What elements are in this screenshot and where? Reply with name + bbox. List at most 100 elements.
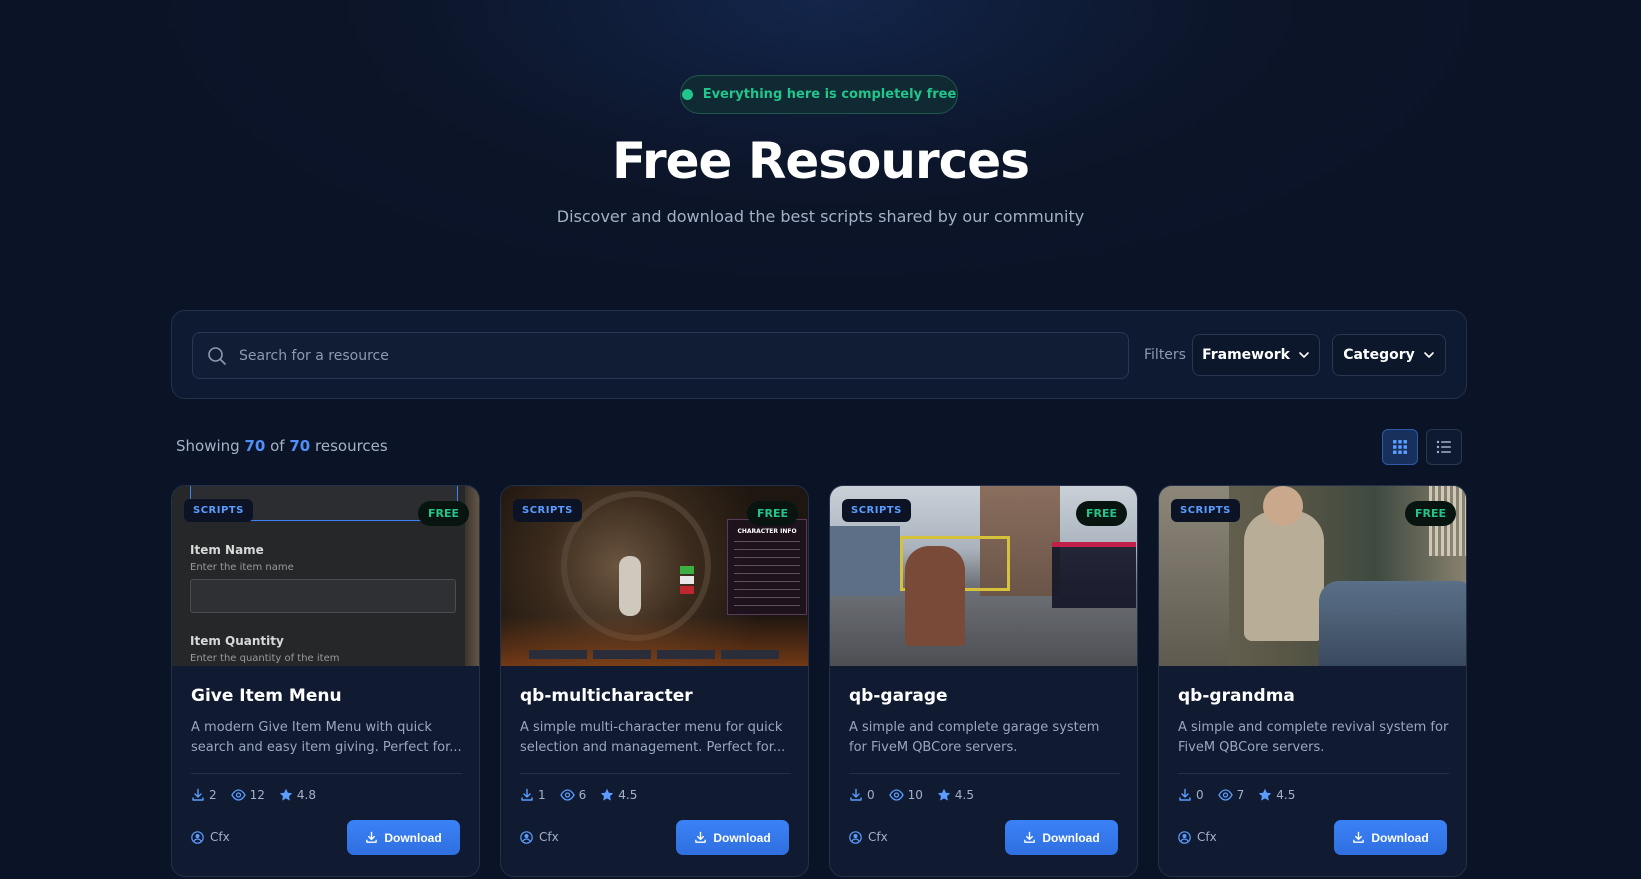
author: Cfx: [191, 830, 230, 844]
resource-description: A simple and complete revival system for…: [1178, 720, 1449, 755]
download-count: 2: [209, 788, 217, 802]
download-icon: [1178, 788, 1192, 802]
divider: [849, 773, 1120, 774]
search-input[interactable]: [239, 347, 1099, 364]
preview-field-label: Item Quantity: [190, 634, 284, 648]
category-badge: SCRIPTS: [1171, 499, 1240, 522]
resource-card[interactable]: SCRIPTS FREE qb-grandma A simple and com…: [1158, 485, 1467, 877]
eye-icon: [1217, 788, 1233, 802]
grid-icon: [1392, 439, 1408, 455]
price-badge: FREE: [1404, 501, 1456, 526]
resource-description: A simple multi-character menu for quick …: [520, 720, 786, 755]
category-dropdown-label: Category: [1343, 347, 1415, 363]
resource-thumbnail: SCRIPTS FREE: [1159, 486, 1466, 666]
resource-title[interactable]: qb-multicharacter: [520, 686, 693, 706]
download-icon: [694, 831, 707, 844]
free-badge-text: Everything here is completely free: [702, 87, 957, 102]
category-dropdown[interactable]: Category: [1332, 334, 1446, 376]
preview-field-label: Item Name: [190, 543, 264, 557]
eye-icon: [888, 788, 904, 802]
author: Cfx: [1178, 830, 1217, 844]
star-icon: [1258, 788, 1272, 802]
resource-thumbnail: CHARACTER INFO SCRIPTS FREE: [501, 486, 808, 666]
download-icon: [365, 831, 378, 844]
rating-value: 4.5: [954, 788, 975, 802]
resource-title[interactable]: qb-grandma: [1178, 686, 1295, 706]
divider: [191, 773, 462, 774]
preview-field-hint: Enter the quantity of the item: [190, 653, 340, 664]
divider: [520, 773, 791, 774]
search-icon: [207, 346, 227, 366]
view-count: 6: [578, 788, 587, 802]
results-count: Showing 70 of 70 resources: [176, 437, 388, 455]
rating-value: 4.8: [296, 788, 317, 802]
resource-title[interactable]: qb-garage: [849, 686, 948, 706]
download-button-label: Download: [384, 830, 442, 845]
download-icon: [1352, 831, 1365, 844]
author-name: Cfx: [868, 830, 888, 844]
resource-card[interactable]: Item Name Enter the item name Item Quant…: [171, 485, 480, 877]
star-icon: [279, 788, 293, 802]
download-count: 1: [538, 788, 546, 802]
author: Cfx: [849, 830, 888, 844]
eye-icon: [559, 788, 575, 802]
filters-label: Filters: [1144, 347, 1186, 363]
chevron-down-icon: [1298, 349, 1310, 361]
resource-stats: 0 7 4.5: [1178, 788, 1295, 802]
download-icon: [849, 788, 863, 802]
download-button[interactable]: Download: [676, 820, 789, 855]
download-button[interactable]: Download: [1334, 820, 1447, 855]
price-badge: FREE: [746, 501, 798, 526]
resource-card[interactable]: CHARACTER INFO SCRIPTS FREE qb-multichar…: [500, 485, 809, 877]
framework-dropdown-label: Framework: [1202, 347, 1290, 363]
resource-card[interactable]: SCRIPTS FREE qb-garage A simple and comp…: [829, 485, 1138, 877]
download-button[interactable]: Download: [347, 820, 460, 855]
eye-icon: [230, 788, 246, 802]
download-icon: [191, 788, 205, 802]
status-dot-icon: [681, 89, 693, 100]
download-icon: [1023, 831, 1036, 844]
user-icon: [1178, 830, 1191, 844]
results-shown: 70: [244, 437, 266, 455]
download-icon: [520, 788, 534, 802]
filter-bar: Filters Framework Category: [171, 310, 1467, 399]
resource-stats: 2 12 4.8: [191, 788, 316, 802]
price-badge: FREE: [417, 501, 469, 526]
star-icon: [937, 788, 951, 802]
author: Cfx: [520, 830, 559, 844]
list-icon: [1436, 439, 1452, 455]
results-total: 70: [289, 437, 311, 455]
page-subtitle: Discover and download the best scripts s…: [556, 207, 1085, 226]
resource-title[interactable]: Give Item Menu: [191, 686, 342, 706]
preview-panel-title: CHARACTER INFO: [737, 528, 797, 535]
price-badge: FREE: [1075, 501, 1127, 526]
download-button-label: Download: [1042, 830, 1100, 845]
user-icon: [191, 830, 204, 844]
download-button-label: Download: [713, 830, 771, 845]
preview-field-hint: Enter the item name: [190, 562, 294, 573]
author-name: Cfx: [539, 830, 559, 844]
download-button-label: Download: [1371, 830, 1429, 845]
author-name: Cfx: [210, 830, 230, 844]
chevron-down-icon: [1423, 349, 1435, 361]
user-icon: [849, 830, 862, 844]
framework-dropdown[interactable]: Framework: [1192, 334, 1320, 376]
star-icon: [600, 788, 614, 802]
view-count: 7: [1236, 788, 1245, 802]
grid-view-button[interactable]: [1382, 429, 1418, 465]
resource-stats: 0 10 4.5: [849, 788, 974, 802]
rating-value: 4.5: [618, 788, 638, 802]
search-box[interactable]: [192, 332, 1129, 379]
resource-description: A modern Give Item Menu with quick searc…: [191, 720, 462, 755]
list-view-button[interactable]: [1426, 429, 1462, 465]
resource-description: A simple and complete garage system for …: [849, 720, 1100, 755]
resource-stats: 1 6 4.5: [520, 788, 637, 802]
category-badge: SCRIPTS: [842, 499, 911, 522]
resource-thumbnail: SCRIPTS FREE: [830, 486, 1137, 666]
category-badge: SCRIPTS: [513, 499, 582, 522]
resource-thumbnail: Item Name Enter the item name Item Quant…: [172, 486, 479, 666]
view-count: 12: [249, 788, 265, 802]
view-count: 10: [907, 788, 923, 802]
download-button[interactable]: Download: [1005, 820, 1118, 855]
author-name: Cfx: [1197, 830, 1217, 844]
